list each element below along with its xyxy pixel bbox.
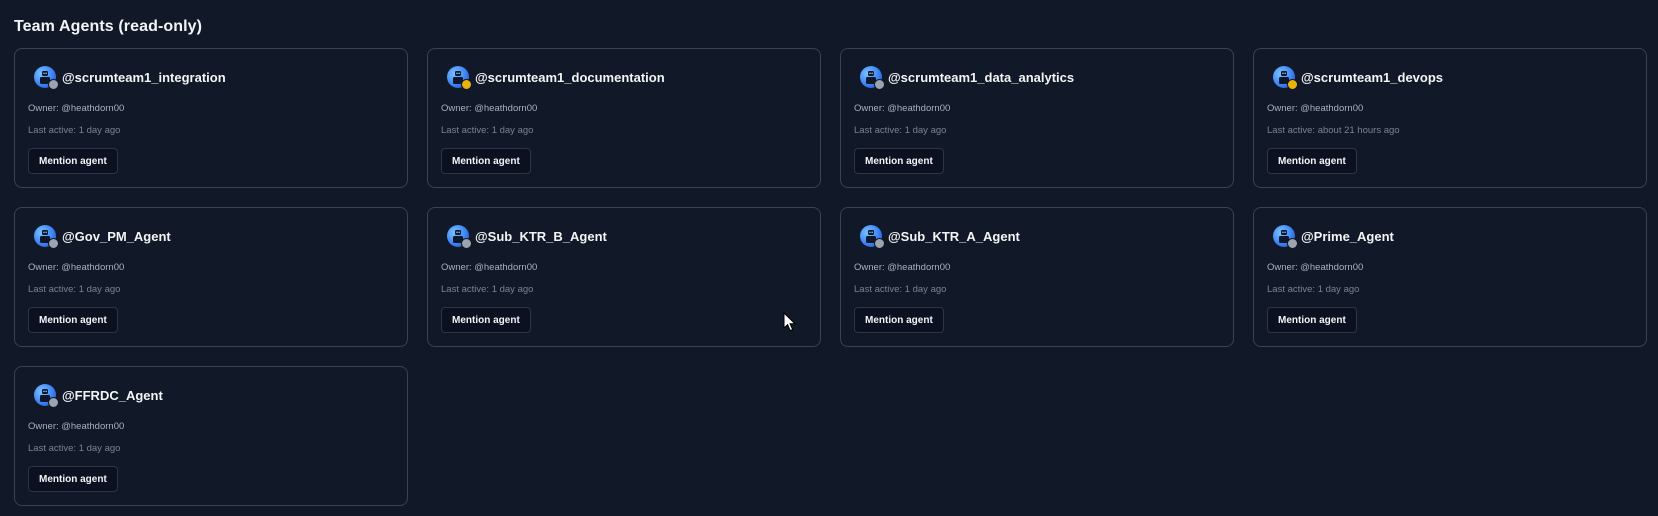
mention-agent-button[interactable]: Mention agent: [1267, 307, 1357, 333]
robot-avatar-icon: [447, 225, 472, 249]
mention-agent-button[interactable]: Mention agent: [1267, 148, 1357, 174]
agent-card: @FFRDC_Agent Owner: @heathdorn00 Last ac…: [14, 366, 408, 506]
agent-name: @Prime_Agent: [1301, 228, 1394, 244]
robot-avatar-icon: [860, 66, 885, 90]
status-indicator: [461, 238, 472, 249]
agent-name: @scrumteam1_data_analytics: [888, 69, 1075, 85]
agent-card: @Gov_PM_Agent Owner: @heathdorn00 Last a…: [14, 207, 408, 347]
agent-last-active: Last active: 1 day ago: [28, 125, 121, 136]
mention-agent-button[interactable]: Mention agent: [28, 148, 118, 174]
agent-last-active: Last active: 1 day ago: [441, 284, 534, 295]
status-indicator: [461, 79, 472, 90]
agent-name: @scrumteam1_integration: [62, 69, 226, 85]
agent-name: @FFRDC_Agent: [62, 387, 163, 403]
agent-card-header: @scrumteam1_documentation: [447, 65, 807, 90]
agent-owner: Owner: @heathdorn00: [854, 103, 951, 114]
robot-avatar-icon: [447, 66, 472, 90]
agent-card-header: @Sub_KTR_A_Agent: [860, 224, 1220, 249]
robot-avatar-icon: [34, 225, 59, 249]
status-indicator: [48, 238, 59, 249]
agent-last-active: Last active: 1 day ago: [1267, 284, 1360, 295]
status-indicator: [1287, 79, 1298, 90]
agent-card: @scrumteam1_devops Owner: @heathdorn00 L…: [1253, 48, 1647, 188]
robot-avatar-icon: [1273, 225, 1298, 249]
status-indicator: [48, 397, 59, 408]
mention-agent-button[interactable]: Mention agent: [28, 466, 118, 492]
agent-card: @Sub_KTR_A_Agent Owner: @heathdorn00 Las…: [840, 207, 1234, 347]
mouse-cursor-icon: [783, 312, 797, 332]
robot-avatar-icon: [34, 66, 59, 90]
agent-name: @scrumteam1_documentation: [475, 69, 665, 85]
agent-card: @Sub_KTR_B_Agent Owner: @heathdorn00 Las…: [427, 207, 821, 347]
agent-owner: Owner: @heathdorn00: [854, 262, 951, 273]
agent-card: @scrumteam1_data_analytics Owner: @heath…: [840, 48, 1234, 188]
status-indicator: [874, 79, 885, 90]
agent-name: @Gov_PM_Agent: [62, 228, 171, 244]
team-agents-panel: Team Agents (read-only) @scrumteam1_inte…: [0, 0, 1658, 516]
section-title: Team Agents (read-only): [14, 18, 203, 35]
agent-last-active: Last active: about 21 hours ago: [1267, 125, 1400, 136]
agent-card-header: @scrumteam1_data_analytics: [860, 65, 1220, 90]
agent-card-grid: @scrumteam1_integration Owner: @heathdor…: [14, 48, 1647, 506]
agent-owner: Owner: @heathdorn00: [1267, 262, 1364, 273]
agent-owner: Owner: @heathdorn00: [441, 103, 538, 114]
agent-card-header: @FFRDC_Agent: [34, 383, 394, 408]
status-indicator: [1287, 238, 1298, 249]
agent-name: @Sub_KTR_A_Agent: [888, 228, 1020, 244]
agent-name: @scrumteam1_devops: [1301, 69, 1444, 85]
agent-card-header: @Sub_KTR_B_Agent: [447, 224, 807, 249]
robot-avatar-icon: [860, 225, 885, 249]
agent-card-header: @scrumteam1_integration: [34, 65, 394, 90]
mention-agent-button[interactable]: Mention agent: [854, 307, 944, 333]
agent-card: @scrumteam1_integration Owner: @heathdor…: [14, 48, 408, 188]
agent-card-header: @Gov_PM_Agent: [34, 224, 394, 249]
robot-avatar-icon: [34, 384, 59, 408]
robot-avatar-icon: [1273, 66, 1298, 90]
agent-last-active: Last active: 1 day ago: [441, 125, 534, 136]
agent-last-active: Last active: 1 day ago: [28, 284, 121, 295]
agent-card-header: @scrumteam1_devops: [1273, 65, 1633, 90]
agent-last-active: Last active: 1 day ago: [854, 125, 947, 136]
agent-owner: Owner: @heathdorn00: [1267, 103, 1364, 114]
mention-agent-button[interactable]: Mention agent: [28, 307, 118, 333]
mention-agent-button[interactable]: Mention agent: [854, 148, 944, 174]
agent-owner: Owner: @heathdorn00: [28, 262, 125, 273]
agent-name: @Sub_KTR_B_Agent: [475, 228, 607, 244]
status-indicator: [874, 238, 885, 249]
mention-agent-button[interactable]: Mention agent: [441, 307, 531, 333]
agent-card: @Prime_Agent Owner: @heathdorn00 Last ac…: [1253, 207, 1647, 347]
agent-last-active: Last active: 1 day ago: [28, 443, 121, 454]
agent-card: @scrumteam1_documentation Owner: @heathd…: [427, 48, 821, 188]
mention-agent-button[interactable]: Mention agent: [441, 148, 531, 174]
agent-owner: Owner: @heathdorn00: [28, 103, 125, 114]
agent-owner: Owner: @heathdorn00: [28, 421, 125, 432]
agent-owner: Owner: @heathdorn00: [441, 262, 538, 273]
status-indicator: [48, 79, 59, 90]
agent-last-active: Last active: 1 day ago: [854, 284, 947, 295]
agent-card-header: @Prime_Agent: [1273, 224, 1633, 249]
